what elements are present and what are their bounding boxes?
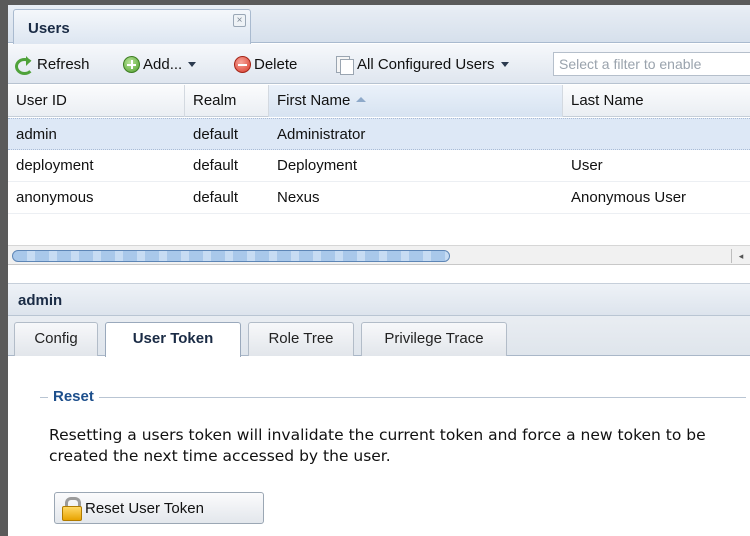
chevron-down-icon <box>188 62 197 71</box>
tab-users[interactable]: Users × <box>13 9 251 44</box>
tab-config[interactable]: Config <box>14 322 98 356</box>
cell-last-name: User <box>571 157 603 174</box>
sort-ascending-icon <box>356 92 367 102</box>
table-row[interactable]: anonymous default Nexus Anonymous User <box>8 182 750 214</box>
grid-header: User ID Realm First Name Last Name <box>8 85 750 117</box>
tab-user-token[interactable]: User Token <box>105 322 241 357</box>
refresh-label: Refresh <box>37 55 90 73</box>
reset-description: Resetting a users token will invalidate … <box>49 426 706 465</box>
chevron-down-icon <box>500 62 509 71</box>
column-first-name-label: First Name <box>277 92 351 109</box>
detail-tabs: Config User Token Role Tree Privilege Tr… <box>8 316 750 357</box>
column-first-name[interactable]: First Name <box>269 85 563 117</box>
tab-users-label: Users <box>28 20 70 37</box>
reset-user-token-button[interactable]: Reset User Token <box>54 492 264 524</box>
column-realm-label: Realm <box>193 92 237 109</box>
add-icon <box>123 55 140 73</box>
reset-user-token-label: Reset User Token <box>85 499 204 517</box>
add-button[interactable]: Add... <box>123 54 197 74</box>
cell-realm: default <box>193 157 239 174</box>
cell-last-name <box>563 119 571 150</box>
cell-realm: default <box>193 126 239 143</box>
cell-last-name: Anonymous User <box>571 189 687 206</box>
table-row[interactable]: admin default Administrator <box>8 118 750 150</box>
column-user-id-label: User ID <box>16 92 67 109</box>
scrollbar-thumb[interactable] <box>12 250 450 262</box>
tab-strip: Users × <box>8 5 750 44</box>
column-last-name-label: Last Name <box>571 92 644 109</box>
cell-first-name: Administrator <box>277 126 366 143</box>
column-last-name[interactable]: Last Name <box>563 85 750 117</box>
users-panel: Users × Refresh Add... Delete All Config… <box>0 0 750 536</box>
tab-role-tree[interactable]: Role Tree <box>248 322 354 356</box>
lock-icon <box>61 497 82 521</box>
refresh-icon <box>14 56 34 75</box>
horizontal-scrollbar[interactable]: ◂ <box>8 245 750 265</box>
users-list-icon <box>334 55 354 75</box>
column-user-id[interactable]: User ID <box>8 85 185 117</box>
cell-user-id: deployment <box>16 157 94 174</box>
scroll-left-icon[interactable]: ◂ <box>731 249 750 263</box>
detail-title: admin <box>18 292 63 309</box>
delete-icon <box>234 55 251 73</box>
add-label: Add... <box>143 55 183 73</box>
refresh-button[interactable]: Refresh <box>14 54 90 75</box>
cell-first-name: Nexus <box>277 189 320 206</box>
cell-user-id: anonymous <box>16 189 94 206</box>
tab-privilege-trace[interactable]: Privilege Trace <box>361 322 507 356</box>
column-realm[interactable]: Realm <box>185 85 269 117</box>
cell-realm: default <box>193 189 239 206</box>
user-source-label: All Configured Users <box>357 55 495 73</box>
delete-label: Delete <box>254 55 298 73</box>
fieldset-divider <box>40 397 746 398</box>
table-row[interactable]: deployment default Deployment User <box>8 150 750 182</box>
toolbar: Refresh Add... Delete All Configured Use… <box>8 44 750 84</box>
cell-user-id: admin <box>16 126 57 143</box>
cell-first-name: Deployment <box>277 157 358 174</box>
filter-input[interactable]: Select a filter to enable <box>553 52 750 76</box>
delete-button[interactable]: Delete <box>234 54 297 74</box>
close-icon[interactable]: × <box>233 14 246 27</box>
user-source-dropdown[interactable]: All Configured Users <box>334 54 509 75</box>
section-legend: Reset <box>48 388 99 405</box>
detail-panel-header: admin <box>8 283 750 316</box>
